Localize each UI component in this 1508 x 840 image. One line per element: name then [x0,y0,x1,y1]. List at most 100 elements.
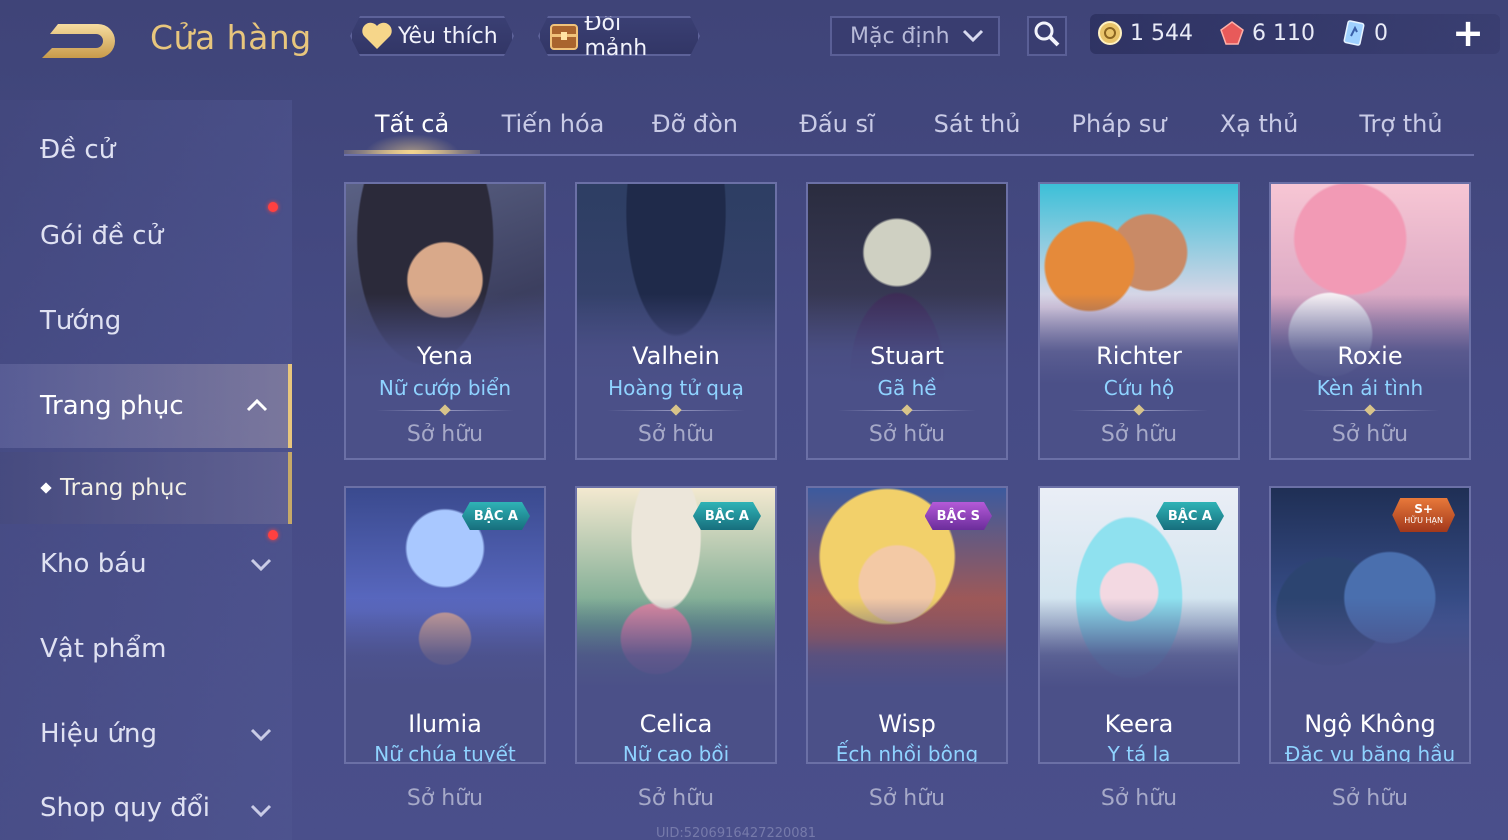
owned-status: Sở hữu [406,422,484,447]
skin-name: Kèn ái tình [1316,376,1424,400]
hero-name: Wisp [878,710,936,738]
skin-card[interactable]: BẬC A Ilumia Nữ chúa tuyết [344,486,546,764]
owned-status: Sở hữu [406,786,484,811]
skin-name: Nữ cao bồi [622,742,730,764]
hero-name: Yena [416,342,474,370]
gold-value: 1 544 [1130,20,1193,46]
hero-name: Keera [1104,710,1174,738]
hero-name: Valhein [632,342,720,370]
tier-badge-label: S+ [1414,502,1433,516]
tab-assassin[interactable]: Sát thủ [908,110,1046,154]
skin-card[interactable]: Stuart Gã hề Sở hữu [806,182,1008,460]
tab-all[interactable]: Tất cả [344,110,480,154]
gold-coin-icon [1096,19,1124,47]
skin-name: Gã hề [877,376,937,400]
owned-status: Sở hữu [1331,786,1409,811]
owned-status: Sở hữu [868,422,946,447]
sidebar-subitem-skins[interactable]: Trang phục [0,452,292,524]
hero-name: Roxie [1337,342,1403,370]
skin-card[interactable]: S+ HỮU HẠN Ngộ Không Đặc vụ băng hầu [1269,486,1471,764]
sidebar-subitem-label: Trang phục [60,475,188,501]
tab-support[interactable]: Trợ thủ [1332,110,1470,154]
sidebar-item-skins[interactable]: Trang phục [0,364,292,448]
skin-card[interactable]: Valhein Hoàng tử quạ Sở hữu [575,182,777,460]
sort-value: Mặc định [850,23,950,49]
search-button[interactable] [1027,16,1067,56]
tier-badge: S+ HỮU HẠN [1392,498,1455,532]
skin-name: Nữ chúa tuyết [374,742,516,764]
owned-status: Sở hữu [637,786,715,811]
sidebar-item-label: Vật phẩm [40,634,167,664]
sidebar-item-label: Kho báu [40,549,147,579]
bullet-icon [40,482,52,494]
sidebar-item-items[interactable]: Vật phẩm [0,607,292,691]
ruby-value: 6 110 [1252,20,1315,46]
owned-status: Sở hữu [1331,422,1409,447]
skin-card[interactable]: BẬC S Wisp Ếch nhồi bông [806,486,1008,764]
skin-grid: Yena Nữ cướp biển Sở hữu Valhein Hoàng t… [344,182,1474,840]
active-tab-indicator [344,150,480,154]
skin-name: Đặc vụ băng hầu [1284,742,1456,764]
skin-name: Nữ cướp biển [378,376,512,400]
favorites-label: Yêu thích [398,23,498,49]
sidebar-item-bundles[interactable]: Gói đề cử [0,194,292,278]
hero-name: Richter [1096,342,1182,370]
hero-name: Stuart [870,342,944,370]
skin-name: Ếch nhồi bông [835,742,979,764]
sidebar-item-label: Hiệu ứng [40,719,157,749]
tab-marksman[interactable]: Xạ thủ [1190,110,1328,154]
sidebar-item-exchange-shop[interactable]: Shop quy đổi [0,776,292,840]
exchange-fragments-button[interactable]: Đổi mảnh [538,16,700,56]
tier-badge: BẬC A [693,502,761,530]
chevron-down-icon [250,722,272,744]
sidebar-item-featured[interactable]: Đề cử [0,108,292,192]
skin-name: Hoàng tử quạ [608,376,744,400]
tier-badge-sublabel: HỮU HẠN [1404,516,1443,525]
ruby-icon [1218,19,1246,47]
skin-card[interactable]: BẬC A Keera Y tá lạ [1038,486,1240,764]
sidebar-item-label: Tướng [40,306,122,336]
notification-dot [268,530,278,540]
search-icon [1033,20,1061,52]
tier-badge: BẬC S [925,502,992,530]
chevron-down-icon [962,24,984,49]
sidebar-item-treasure[interactable]: Kho báu [0,522,292,606]
voucher-currency: 0 [1340,16,1388,50]
skin-card[interactable]: Yena Nữ cướp biển Sở hữu [344,182,546,460]
user-id: UID:5206916427220081 [656,826,817,840]
tab-evolution[interactable]: Tiến hóa [484,110,622,154]
hero-name: Celica [639,710,713,738]
sidebar-item-effects[interactable]: Hiệu ứng [0,692,292,776]
skin-name: Cứu hộ [1103,376,1175,400]
chevron-down-icon [250,798,272,820]
sidebar-item-heroes[interactable]: Tướng [0,279,292,363]
heart-icon [360,20,394,52]
tab-fighter[interactable]: Đấu sĩ [768,110,906,154]
sidebar-item-label: Shop quy đổi [40,793,210,823]
skin-name: Y tá lạ [1107,742,1171,764]
favorites-button[interactable]: Yêu thích [350,16,514,56]
voucher-icon [1340,19,1368,47]
tab-mage[interactable]: Pháp sư [1050,110,1188,154]
sort-dropdown[interactable]: Mặc định [830,16,1000,56]
notification-dot [268,202,278,212]
voucher-value: 0 [1374,20,1388,46]
sidebar-item-label: Gói đề cử [40,221,164,251]
skin-card[interactable]: Richter Cứu hộ Sở hữu [1038,182,1240,460]
hero-name: Ilumia [408,710,482,738]
back-arrow-icon[interactable] [38,18,120,64]
skin-card[interactable]: BẬC A Celica Nữ cao bồi [575,486,777,764]
owned-status: Sở hữu [1100,422,1178,447]
sidebar-item-label: Đề cử [40,135,116,165]
add-currency-button[interactable]: + [1450,14,1486,52]
hero-name: Ngộ Không [1304,710,1436,738]
tier-badge: BẬC A [462,502,530,530]
chevron-down-icon [250,552,272,574]
gold-currency: 1 544 [1096,16,1193,50]
owned-status: Sở hữu [1100,786,1178,811]
ruby-currency: 6 110 [1218,16,1315,50]
exchange-label: Đổi mảnh [584,11,648,61]
skin-card[interactable]: Roxie Kèn ái tình Sở hữu [1269,182,1471,460]
tab-tank[interactable]: Đỡ đòn [626,110,764,154]
page-title: Cửa hàng [150,18,312,57]
